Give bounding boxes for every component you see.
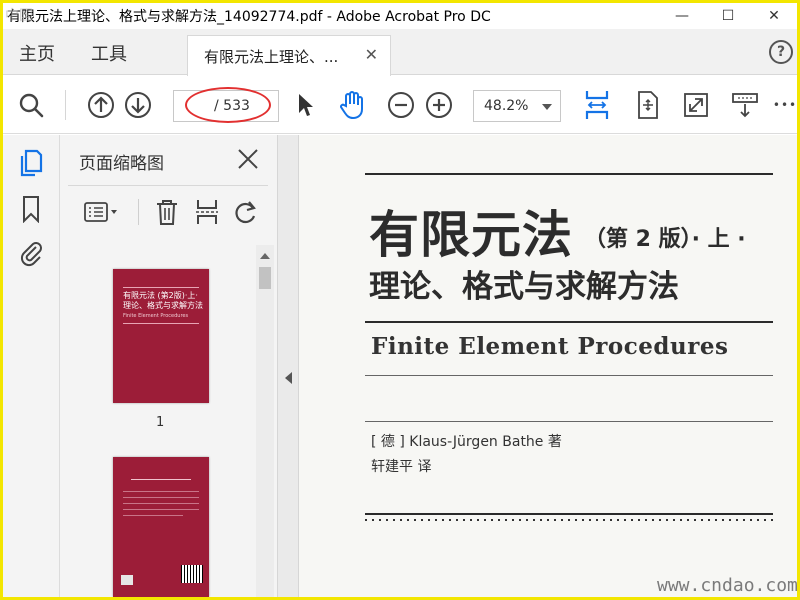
zoom-in-icon[interactable] [425,91,453,119]
thumbnail-cover-title: 有限元法 (第2版)·上· [123,291,198,300]
page-thumbnails-icon[interactable] [17,149,45,177]
app-window: 有限元法上理论、格式与求解方法_14092774.pdf - Adobe Acr… [0,0,800,600]
extract-page-icon[interactable] [192,197,222,227]
zoom-value: 48.2% [484,98,529,114]
divider [68,185,268,186]
bookmarks-icon[interactable] [17,195,45,223]
window-title: 有限元法上理论、格式与求解方法_14092774.pdf - Adobe Acr… [7,9,491,25]
thumbnail-text-line [123,515,183,516]
rotate-page-icon[interactable] [230,197,260,227]
title-bar: 有限元法上理论、格式与求解方法_14092774.pdf - Adobe Acr… [3,3,797,29]
zoom-out-icon[interactable] [387,91,415,119]
thumbnails-panel: 页面缩略图 有限元法 (第2版)·上· 理论、格式与求解方法 Finite El… [60,135,277,597]
close-icon[interactable] [236,147,260,171]
thumbnail-toolbar [68,187,268,237]
document-title: 有限元法 [369,205,573,264]
toolbar-separator [65,90,66,120]
document-english-title: Finite Element Procedures [371,333,729,360]
thumbnail-text-line [123,509,199,510]
delete-page-icon[interactable] [152,197,182,227]
collapse-panel-icon[interactable] [285,372,292,384]
page-rule [365,519,773,521]
thumbnail-barcode [181,565,203,583]
page-thumbnail-1[interactable]: 有限元法 (第2版)·上· 理论、格式与求解方法 Finite Element … [113,269,209,403]
thumbnail-text-line [123,491,199,492]
thumbnail-logo [121,575,133,585]
scroll-mode-icon[interactable] [729,89,761,121]
document-tab-close-button[interactable]: ✕ [365,45,378,64]
page-rule [365,421,773,422]
rotate-view-icon[interactable] [631,88,663,122]
thumbnail-rule [123,323,199,324]
document-edition: （第 2 版）· 上 · [584,227,746,252]
annotation-ellipse [185,87,271,123]
hand-tool-icon[interactable] [335,89,369,121]
thumbnail-text-line [123,503,199,504]
maximize-button[interactable]: ☐ [705,3,751,29]
fit-width-icon[interactable] [581,88,613,122]
page-rule [365,513,773,515]
thumbnail-text-line [131,479,191,480]
zoom-select[interactable]: 48.2% [473,90,561,122]
document-author: [ 德 ] Klaus-Jürgen Bathe 著 [371,434,562,450]
help-button[interactable]: ? [769,40,793,64]
full-screen-icon[interactable] [681,89,711,121]
thumbnails-panel-title: 页面缩略图 [79,154,164,174]
page-thumbnail-2[interactable] [113,457,209,597]
thumbnail-text-line [123,497,199,498]
document-tab[interactable]: 有限元法上理论、... ✕ [187,35,391,76]
chevron-down-icon[interactable] [542,104,552,110]
document-translator: 轩建平 译 [371,459,432,475]
thumbnail-rule [123,287,199,288]
attachments-icon[interactable] [17,239,45,267]
search-icon[interactable] [17,91,45,119]
more-tools-button[interactable]: ••• [773,96,797,114]
scroll-up-icon[interactable] [260,253,270,259]
select-cursor-icon[interactable] [291,90,319,120]
tools-menu[interactable]: 工具 [91,40,127,66]
panel-splitter[interactable] [277,135,299,597]
document-subtitle: 理论、格式与求解方法 [369,269,679,305]
watermark-text: www.cndao.com [657,575,797,596]
minimize-button[interactable]: — [659,3,705,29]
toolbar: / 533 48.2% ••• [3,76,797,134]
menu-bar: 主页 工具 有限元法上理论、... ✕ ? [3,29,797,76]
scrollbar-thumb[interactable] [259,267,271,289]
close-window-button[interactable]: ✕ [751,3,797,29]
page-rule [365,173,773,175]
previous-page-icon[interactable] [87,91,115,119]
thumbnail-cover-english-title: Finite Element Procedures [123,313,189,319]
window-controls: — ☐ ✕ [659,3,797,29]
home-menu[interactable]: 主页 [19,40,55,66]
toolbar-separator [138,199,139,225]
document-view[interactable]: 有限元法 （第 2 版）· 上 · 理论、格式与求解方法 Finite Elem… [299,135,797,597]
thumbnail-options-icon[interactable] [82,197,122,227]
page-rule [365,321,773,323]
thumbnail-scrollbar[interactable] [256,245,274,597]
page-rule [365,375,773,376]
left-navigation-rail [3,135,60,597]
thumbnail-page-label: 1 [156,415,165,430]
document-tab-label: 有限元法上理论、... [204,48,339,66]
next-page-icon[interactable] [124,91,152,119]
thumbnail-cover-subtitle: 理论、格式与求解方法 [123,301,203,310]
